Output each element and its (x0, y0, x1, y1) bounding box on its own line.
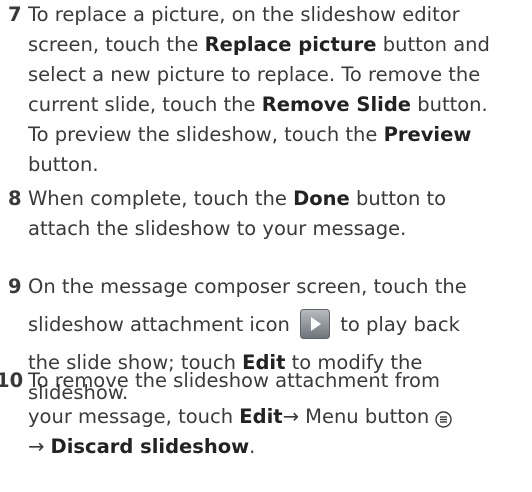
edit-label: Edit (239, 405, 283, 428)
step-10-line-1: To remove the slideshow attachment from (28, 369, 440, 392)
step-9-line-2: slideshow attachment icon to play back (28, 308, 460, 341)
step-7-line-4: current slide, touch the Remove Slide bu… (28, 93, 488, 116)
menu-icon (435, 407, 453, 428)
step-7-line-3: select a new picture to replace. To remo… (28, 63, 481, 86)
step-8-line-2: attach the slideshow to your message. (28, 217, 407, 240)
preview-label: Preview (383, 123, 472, 146)
step-8-line-1: When complete, touch the Done button to (28, 187, 447, 210)
step-7-line-2: screen, touch the Replace picture button… (28, 33, 490, 56)
step-number: 8 (8, 187, 22, 210)
step-number: 9 (8, 275, 22, 298)
step-9-line-1: On the message composer screen, touch th… (28, 275, 467, 298)
step-7-line-6: button. (28, 153, 99, 176)
step-10-line-2: your message, touch Edit→ Menu button (28, 402, 453, 432)
step-10-line-3: → Discard slideshow. (28, 435, 256, 458)
step-number: 10 (0, 369, 24, 392)
discard-slideshow-label: Discard slideshow (50, 435, 250, 458)
replace-picture-label: Replace picture (204, 33, 377, 56)
step-7-line-1: To replace a picture, on the slideshow e… (28, 3, 460, 26)
done-label: Done (293, 187, 350, 210)
step-number: 7 (8, 3, 22, 26)
play-icon (300, 308, 331, 339)
remove-slide-label: Remove Slide (261, 93, 412, 116)
step-7-line-5: To preview the slideshow, touch the Prev… (28, 123, 472, 146)
